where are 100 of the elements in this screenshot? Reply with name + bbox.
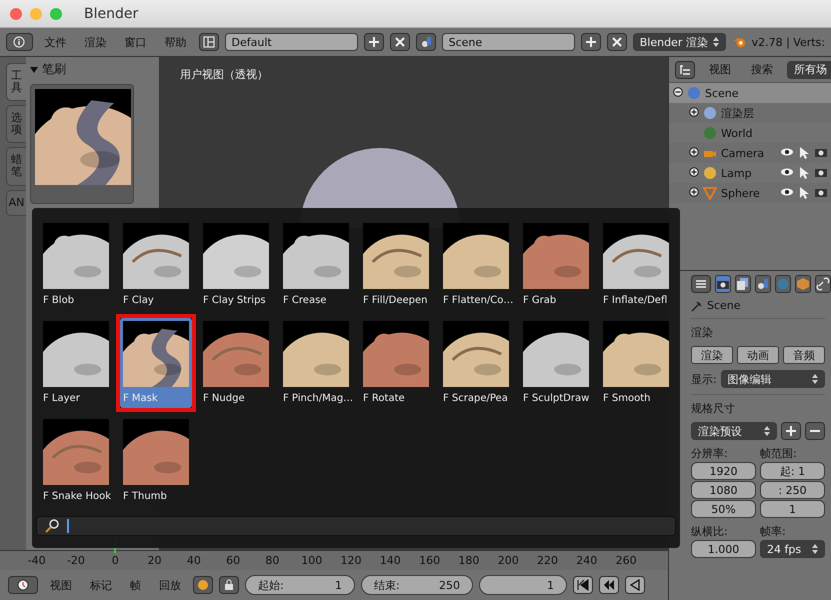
menu-item[interactable]: 窗口 bbox=[118, 34, 153, 50]
menu-icon[interactable] bbox=[695, 278, 707, 290]
field-label: 纵横比: bbox=[691, 524, 729, 539]
play-reverse-icon[interactable] bbox=[629, 579, 641, 591]
end-frame-field[interactable]: 结束: 250 bbox=[361, 575, 473, 595]
outliner-row[interactable]: 渲染层 bbox=[669, 103, 831, 123]
frame-tick: 80 bbox=[264, 554, 280, 567]
expand-icon[interactable] bbox=[689, 146, 699, 156]
brush-tile[interactable]: F Layer bbox=[40, 318, 112, 408]
brush-tile[interactable]: F SculptDraw bbox=[520, 318, 592, 408]
layout-field[interactable]: Default bbox=[224, 33, 358, 51]
menu-item[interactable]: 渲染 bbox=[78, 34, 113, 50]
world-icon bbox=[703, 126, 717, 140]
close-icon[interactable] bbox=[610, 36, 623, 48]
preset-dropdown[interactable]: 渲染预设 bbox=[691, 422, 777, 440]
rewind-icon[interactable] bbox=[603, 579, 615, 591]
current-frame-field[interactable]: 1 bbox=[479, 575, 567, 595]
brush-tile[interactable]: F Scrape/Pea bbox=[440, 318, 512, 408]
scene-icon[interactable] bbox=[416, 33, 436, 51]
brush-tile[interactable]: F Grab bbox=[520, 220, 592, 310]
render-engine-dropdown[interactable]: Blender 渲染 bbox=[632, 33, 726, 51]
cursor-icon[interactable] bbox=[799, 167, 809, 179]
camera-icon[interactable] bbox=[815, 187, 827, 197]
menu-item[interactable]: 文件 bbox=[38, 34, 73, 50]
properties-tab[interactable] bbox=[815, 275, 831, 293]
brush-label: F Scrape/Pea bbox=[443, 392, 508, 405]
properties-tab[interactable] bbox=[715, 275, 731, 293]
number-field[interactable]: 1920 bbox=[691, 462, 756, 480]
eye-icon[interactable] bbox=[781, 147, 793, 157]
outliner-row[interactable]: Scene bbox=[669, 83, 831, 103]
expand-icon[interactable] bbox=[689, 186, 699, 196]
display-dropdown[interactable]: 图像编辑 bbox=[720, 370, 825, 388]
camera-icon[interactable] bbox=[815, 167, 827, 177]
disclosure-icon[interactable] bbox=[30, 66, 38, 74]
menu-item[interactable]: 视图 bbox=[703, 62, 737, 77]
number-field[interactable]: 1.000 bbox=[691, 540, 756, 558]
brush-preview[interactable] bbox=[30, 84, 134, 204]
object-icon bbox=[796, 277, 810, 291]
brush-tile[interactable]: F Clay Strips bbox=[200, 220, 272, 310]
add-icon[interactable] bbox=[785, 425, 797, 437]
frame-rate-dropdown[interactable]: 24 fps bbox=[760, 540, 825, 558]
lock-icon[interactable] bbox=[219, 576, 239, 594]
render-button[interactable]: 渲染 bbox=[691, 346, 733, 364]
render-button[interactable]: 动画 bbox=[737, 346, 779, 364]
brush-tile[interactable]: F Smooth bbox=[600, 318, 672, 408]
number-field[interactable]: 1 bbox=[760, 500, 825, 518]
eye-icon[interactable] bbox=[781, 187, 793, 197]
menu-item[interactable]: 视图 bbox=[44, 578, 78, 592]
keyframe-icon[interactable] bbox=[193, 576, 213, 594]
brush-tile[interactable]: F Snake Hook bbox=[40, 416, 112, 506]
properties-tab[interactable] bbox=[735, 275, 751, 293]
add-icon[interactable] bbox=[368, 36, 380, 48]
menu-item[interactable]: 帮助 bbox=[158, 34, 193, 50]
outliner-row[interactable]: Sphere bbox=[669, 183, 831, 203]
properties-tab[interactable] bbox=[755, 275, 771, 293]
jump-start-icon[interactable] bbox=[577, 579, 589, 591]
expand-icon[interactable] bbox=[689, 166, 699, 176]
number-field[interactable]: : 250 bbox=[760, 481, 825, 499]
info-icon[interactable] bbox=[13, 36, 26, 48]
camera-icon[interactable] bbox=[815, 147, 827, 157]
eye-icon[interactable] bbox=[781, 167, 793, 177]
list-icon[interactable] bbox=[679, 64, 691, 76]
number-field[interactable]: 起: 1 bbox=[760, 462, 825, 480]
start-frame-field[interactable]: 起始: 1 bbox=[245, 575, 355, 595]
number-field[interactable]: 1080 bbox=[691, 481, 756, 499]
pin-icon[interactable] bbox=[691, 300, 703, 312]
brush-tile[interactable]: F Fill/Deepen bbox=[360, 220, 432, 310]
cursor-icon[interactable] bbox=[799, 187, 809, 199]
cursor-icon[interactable] bbox=[799, 147, 809, 159]
brush-tile[interactable]: F Thumb bbox=[120, 416, 192, 506]
expand-icon[interactable] bbox=[689, 106, 699, 116]
clock-icon[interactable] bbox=[17, 579, 29, 591]
collapse-icon[interactable] bbox=[673, 86, 683, 96]
layout-icon[interactable] bbox=[198, 33, 219, 51]
brush-tile[interactable]: F Flatten/Co… bbox=[440, 220, 512, 310]
close-icon[interactable] bbox=[394, 36, 406, 48]
number-field[interactable]: 50% bbox=[691, 500, 756, 518]
brush-label: F Thumb bbox=[123, 490, 167, 503]
frame-tick: 160 bbox=[418, 554, 442, 567]
brush-tile[interactable]: F Nudge bbox=[200, 318, 272, 408]
panel-tab[interactable]: 工具 bbox=[6, 63, 26, 102]
add-icon[interactable] bbox=[584, 36, 597, 48]
filter-dropdown[interactable]: 所有场 bbox=[787, 60, 831, 78]
world-icon bbox=[776, 277, 790, 291]
outliner-row[interactable]: Camera bbox=[669, 143, 831, 163]
panel-title: 规格尺寸 bbox=[691, 394, 825, 416]
properties-tab[interactable] bbox=[795, 275, 811, 293]
menu-item[interactable]: 搜索 bbox=[745, 62, 779, 77]
menu-item[interactable]: 帧 bbox=[124, 578, 147, 592]
brush-tile[interactable]: F Inflate/Defl bbox=[600, 220, 672, 310]
brush-tile[interactable]: F Rotate bbox=[360, 318, 432, 408]
render-button[interactable]: 音频 bbox=[783, 346, 825, 364]
menu-item[interactable]: 标记 bbox=[84, 578, 118, 592]
brush-tile[interactable]: F Pinch/Mag… bbox=[280, 318, 352, 408]
menu-item[interactable]: 回放 bbox=[153, 578, 187, 592]
scene-field[interactable]: Scene bbox=[442, 33, 575, 51]
brush-tile[interactable]: F Blob bbox=[40, 220, 112, 310]
brush-tile[interactable]: F Clay bbox=[120, 220, 192, 310]
brush-tile[interactable]: F Crease bbox=[280, 220, 352, 310]
search-field[interactable] bbox=[36, 516, 676, 536]
